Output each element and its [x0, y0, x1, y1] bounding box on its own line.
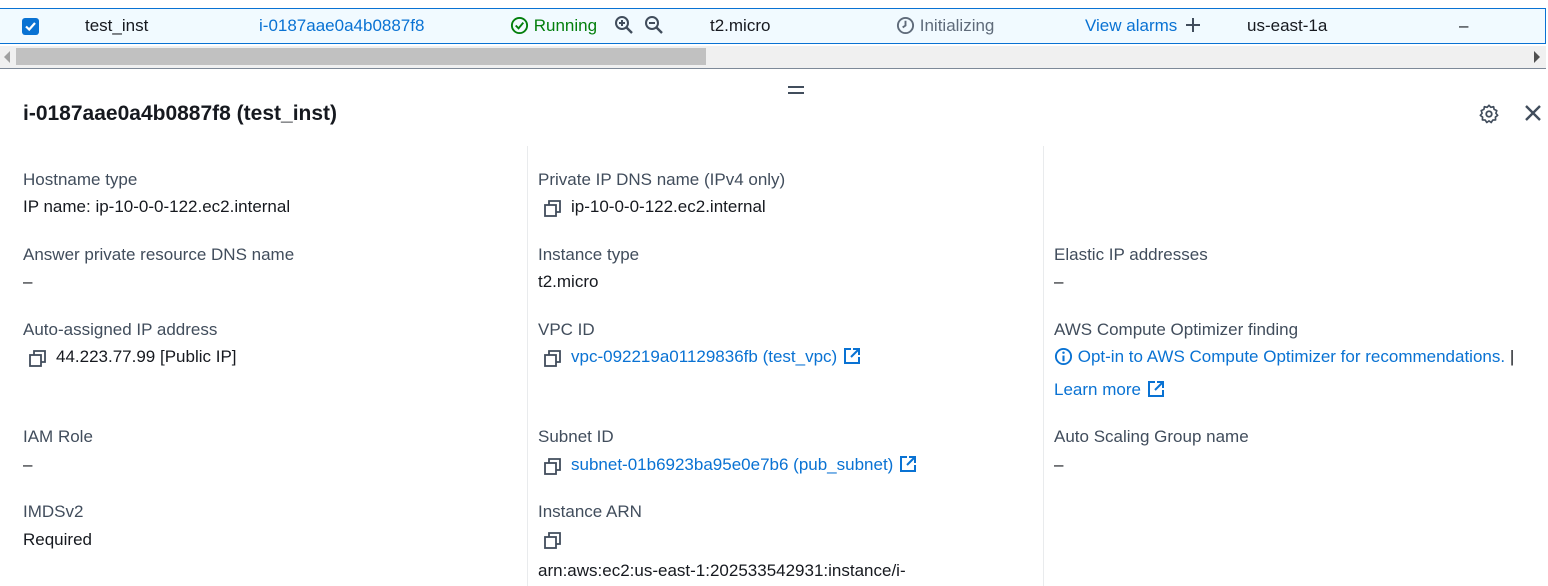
- instance-type-label: Instance type: [538, 245, 640, 264]
- status-check-label: Initializing: [919, 16, 995, 35]
- elastic-ip-label: Elastic IP addresses: [1054, 245, 1208, 264]
- horizontal-scrollbar[interactable]: [0, 46, 1546, 69]
- status-pending-icon: [896, 16, 915, 34]
- copy-vpc-id-button[interactable]: [544, 350, 561, 372]
- status-check-cell: Initializing: [896, 9, 994, 43]
- zoom-in-icon: [615, 16, 633, 34]
- public-dns-cell: –: [1459, 16, 1469, 35]
- instance-type-value: t2.micro: [538, 272, 599, 291]
- zoom-out-button[interactable]: [644, 9, 664, 43]
- checkbox-checked-icon: [25, 22, 36, 32]
- instance-table-row-selected[interactable]: test_inst i-0187aae0a4b0887f8 Running t2…: [0, 8, 1546, 44]
- imdsv2-value: Required: [23, 530, 92, 549]
- instance-arn-value: arn:aws:ec2:us-east-1:202533542931:insta…: [538, 561, 906, 580]
- availability-zone-cell: us-east-1a: [1247, 16, 1328, 35]
- answer-dns-label: Answer private resource DNS name: [23, 245, 295, 264]
- copy-private-dns-button[interactable]: [544, 200, 561, 222]
- learn-more-link[interactable]: Learn more: [1054, 379, 1165, 401]
- info-icon: [1054, 347, 1073, 365]
- copy-icon: [29, 350, 46, 367]
- subnet-id-link[interactable]: subnet-01b6923ba95e0e7b6 (pub_subnet): [571, 454, 917, 476]
- hostname-type-value: IP name: ip-10-0-0-122.ec2.internal: [23, 197, 291, 216]
- subnet-id-label: Subnet ID: [538, 427, 614, 446]
- zoom-out-icon: [645, 16, 663, 34]
- instance-id-link[interactable]: i-0187aae0a4b0887f8: [259, 9, 424, 43]
- gear-icon: [1479, 104, 1499, 124]
- auto-ip-value: 44.223.77.99 [Public IP]: [56, 347, 237, 366]
- close-icon: [1525, 105, 1541, 121]
- view-alarms-label: View alarms: [1085, 16, 1178, 35]
- iam-role-value: –: [23, 455, 33, 474]
- vpc-id-label: VPC ID: [538, 320, 595, 339]
- instance-name-cell: test_inst: [85, 16, 149, 35]
- elastic-ip-value: –: [1054, 272, 1064, 291]
- external-link-icon: [900, 456, 917, 472]
- instance-state-cell: Running: [510, 9, 597, 43]
- imdsv2-label: IMDSv2: [23, 502, 84, 521]
- compute-optimizer-optin-label: Opt-in to AWS Compute Optimizer for reco…: [1077, 347, 1506, 366]
- subnet-id-value: subnet-01b6923ba95e0e7b6 (pub_subnet): [571, 455, 894, 474]
- hostname-type-label: Hostname type: [23, 170, 138, 189]
- instance-state-label: Running: [533, 16, 598, 35]
- link-separator: |: [1509, 347, 1515, 366]
- compute-optimizer-label: AWS Compute Optimizer finding: [1054, 320, 1299, 339]
- panel-close-button[interactable]: [1523, 103, 1543, 128]
- copy-icon: [544, 458, 561, 475]
- asg-name-value: –: [1054, 455, 1064, 474]
- learn-more-label: Learn more: [1054, 380, 1141, 399]
- panel-preferences-button[interactable]: [1478, 103, 1500, 130]
- copy-icon: [544, 532, 561, 549]
- copy-instance-arn-button[interactable]: [544, 532, 561, 554]
- instance-type-cell: t2.micro: [710, 16, 771, 35]
- answer-dns-value: –: [23, 272, 33, 291]
- vpc-id-link[interactable]: vpc-092219a01129836fb (test_vpc): [571, 346, 861, 368]
- scrollbar-thumb[interactable]: [16, 48, 706, 65]
- zoom-in-button[interactable]: [614, 9, 634, 43]
- column-divider: [527, 146, 528, 586]
- compute-optimizer-finding: Opt-in to AWS Compute Optimizer for reco…: [1054, 346, 1514, 368]
- scroll-left-arrow[interactable]: [4, 51, 10, 63]
- status-running-icon: [510, 16, 529, 34]
- details-panel-title: i-0187aae0a4b0887f8 (test_inst): [23, 102, 338, 125]
- split-panel-resize-handle[interactable]: [788, 86, 804, 98]
- scroll-right-arrow[interactable]: [1534, 51, 1540, 63]
- copy-auto-ip-button[interactable]: [29, 350, 46, 372]
- private-dns-label: Private IP DNS name (IPv4 only): [538, 170, 786, 189]
- copy-icon: [544, 350, 561, 367]
- view-alarms-link[interactable]: View alarms: [1085, 9, 1202, 43]
- copy-subnet-id-button[interactable]: [544, 458, 561, 480]
- asg-name-label: Auto Scaling Group name: [1054, 427, 1249, 446]
- compute-optimizer-optin-link[interactable]: Opt-in to AWS Compute Optimizer for reco…: [1054, 347, 1510, 366]
- vpc-id-value: vpc-092219a01129836fb (test_vpc): [571, 347, 838, 366]
- private-dns-value: ip-10-0-0-122.ec2.internal: [571, 197, 766, 216]
- iam-role-label: IAM Role: [23, 427, 93, 446]
- external-link-icon: [844, 348, 861, 364]
- instance-arn-label: Instance ARN: [538, 502, 642, 521]
- column-divider: [1043, 146, 1044, 586]
- auto-ip-label: Auto-assigned IP address: [23, 320, 218, 339]
- copy-icon: [544, 200, 561, 217]
- external-link-icon: [1147, 381, 1164, 397]
- plus-icon[interactable]: [1184, 16, 1202, 34]
- row-checkbox[interactable]: [22, 18, 39, 35]
